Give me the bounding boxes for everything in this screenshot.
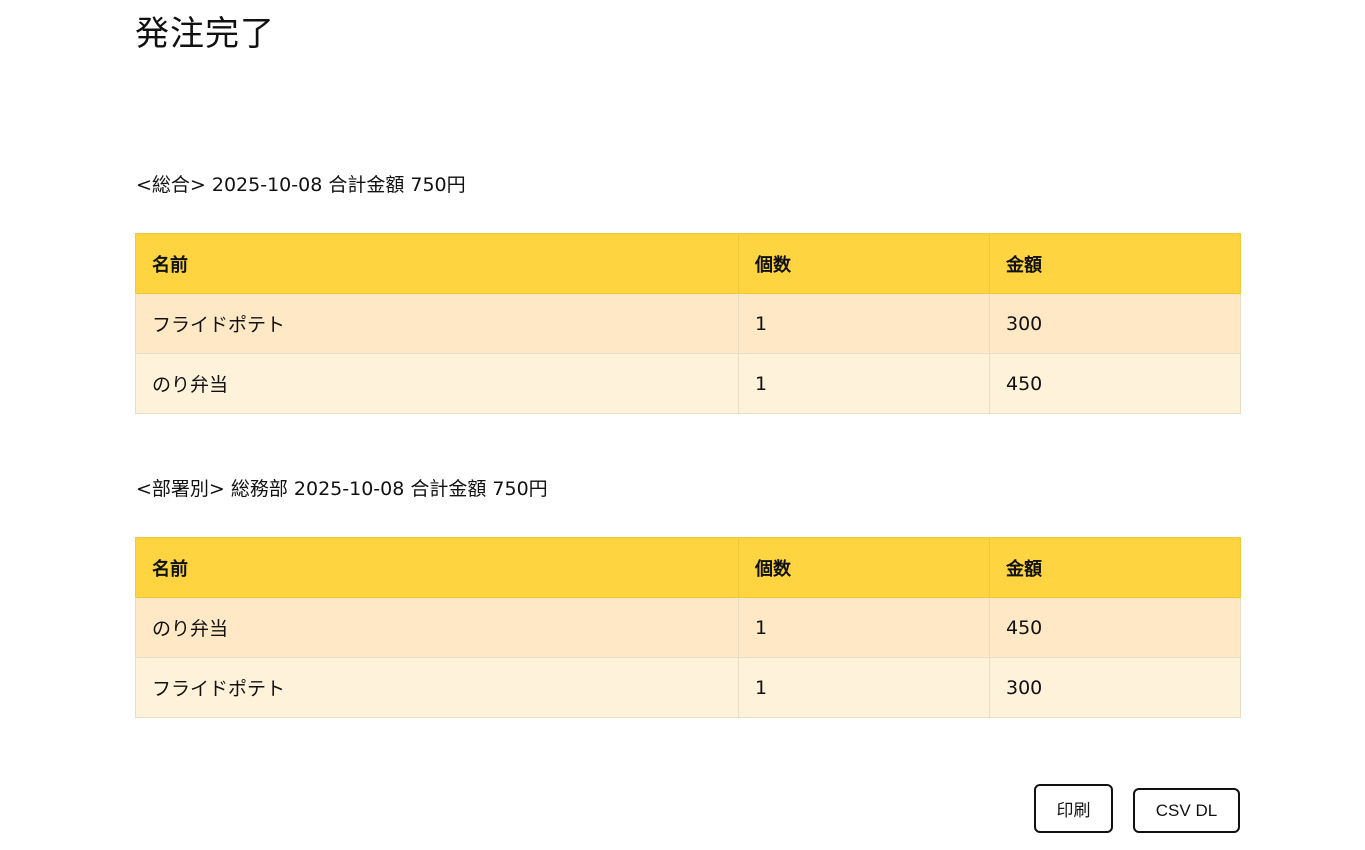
item-price-cell: 300 (989, 657, 1241, 718)
item-name-cell: フライドポテト (135, 657, 739, 718)
print-button[interactable]: 印刷 (1034, 784, 1113, 833)
table-row: のり弁当 1 450 (135, 597, 1241, 658)
csv-download-button[interactable]: CSV DL (1133, 788, 1240, 833)
column-header-price: 金額 (989, 537, 1241, 598)
item-price-cell: 450 (989, 597, 1241, 658)
order-complete-page: 発注完了 <総合> 2025-10-08 合計金額 750円 名前 個数 金額 … (0, 0, 1365, 850)
item-price-cell: 450 (989, 353, 1241, 414)
item-name-cell: フライドポテト (135, 293, 739, 354)
item-price-cell: 300 (989, 293, 1241, 354)
column-header-qty: 個数 (738, 233, 990, 294)
item-qty-cell: 1 (738, 597, 990, 658)
table-header-row: 名前 個数 金額 (135, 537, 1241, 598)
summary-heading: <総合> 2025-10-08 合計金額 750円 (136, 174, 466, 196)
table-row: フライドポテト 1 300 (135, 657, 1241, 718)
item-name-cell: のり弁当 (135, 597, 739, 658)
column-header-name: 名前 (135, 233, 739, 294)
column-header-name: 名前 (135, 537, 739, 598)
table-row: のり弁当 1 450 (135, 353, 1241, 414)
department-table: 名前 個数 金額 のり弁当 1 450 フライドポテト 1 300 (135, 537, 1241, 718)
item-qty-cell: 1 (738, 293, 990, 354)
table-header-row: 名前 個数 金額 (135, 233, 1241, 294)
item-qty-cell: 1 (738, 657, 990, 718)
item-name-cell: のり弁当 (135, 353, 739, 414)
department-heading: <部署別> 総務部 2025-10-08 合計金額 750円 (136, 478, 548, 500)
column-header-qty: 個数 (738, 537, 990, 598)
summary-table: 名前 個数 金額 フライドポテト 1 300 のり弁当 1 450 (135, 233, 1241, 414)
page-title: 発注完了 (135, 14, 275, 54)
column-header-price: 金額 (989, 233, 1241, 294)
table-row: フライドポテト 1 300 (135, 293, 1241, 354)
item-qty-cell: 1 (738, 353, 990, 414)
